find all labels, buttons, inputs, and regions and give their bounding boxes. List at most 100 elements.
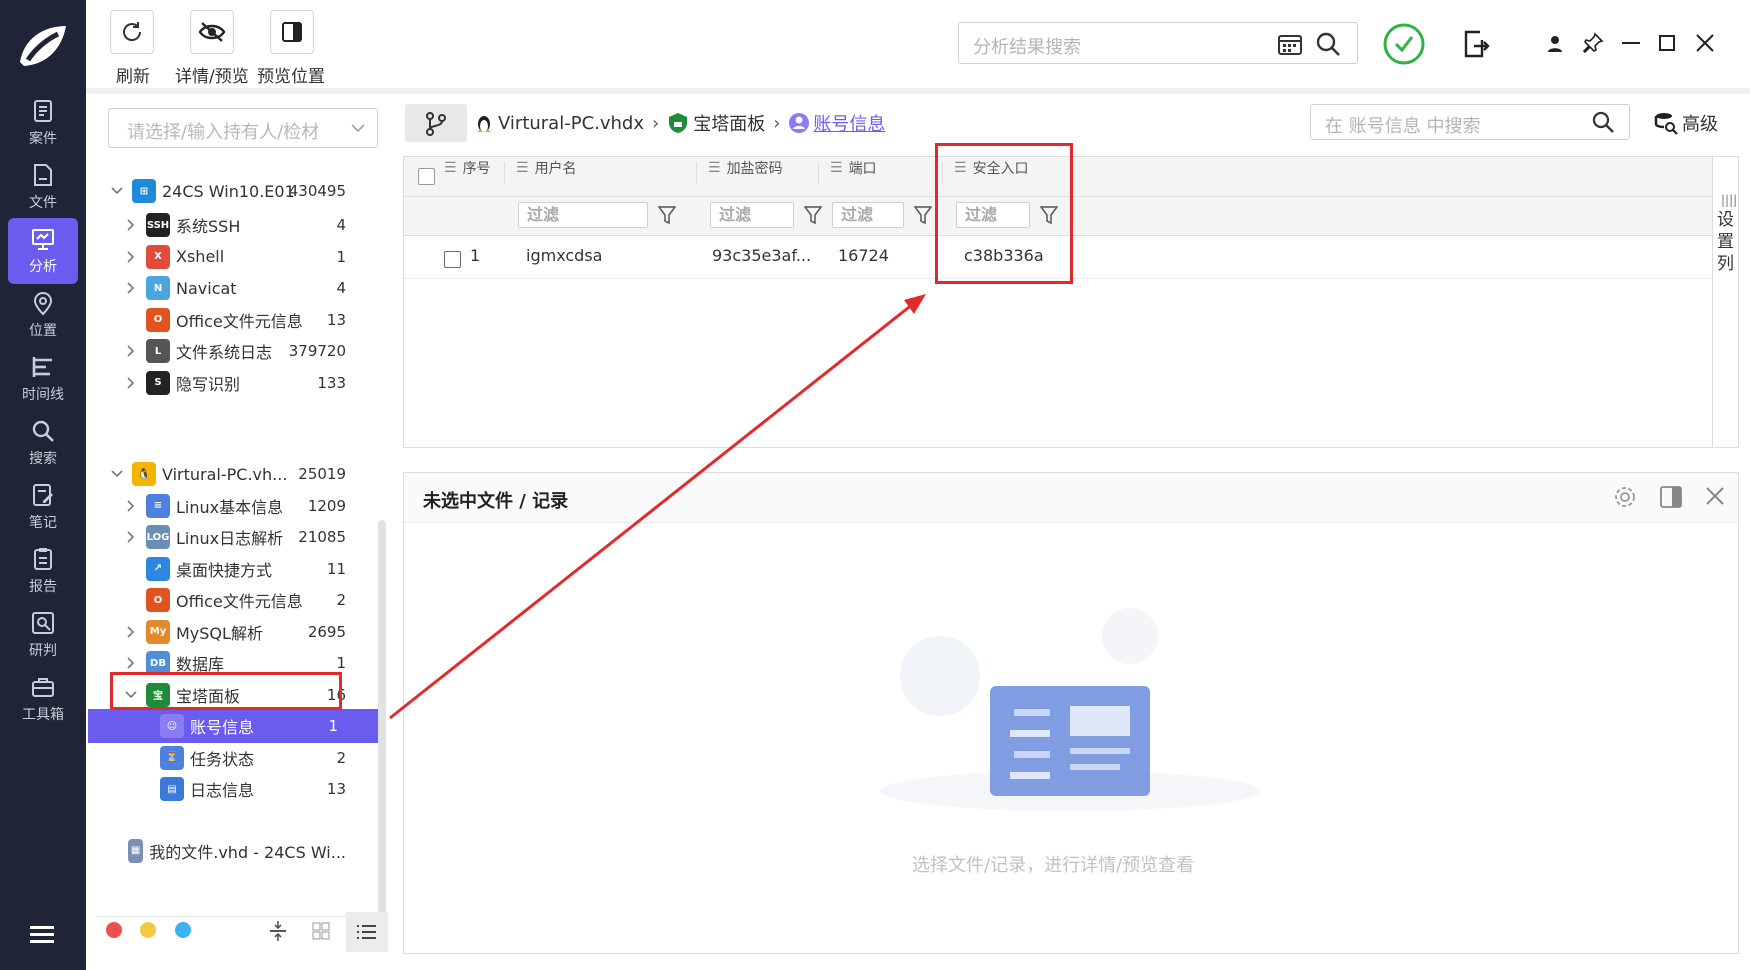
search-icon[interactable] (1315, 31, 1341, 57)
close-icon[interactable] (1696, 34, 1714, 52)
column-menu-icon[interactable]: ☰ (444, 160, 457, 176)
pin-icon[interactable] (1582, 32, 1604, 54)
cell-username[interactable]: igmxcdsa (526, 246, 602, 265)
col-port-header[interactable]: ☰ 端口 (830, 158, 877, 178)
chevron-right-icon[interactable] (124, 250, 138, 264)
col-index-header[interactable]: ☰ 序号 (444, 158, 491, 178)
table-search-input[interactable]: 在 账号信息 中搜索 (1310, 104, 1630, 140)
settings-icon[interactable] (1614, 486, 1636, 508)
tree-group-win10[interactable]: ⊞ 24CS Win10.E01 430495 (96, 174, 346, 208)
chevron-right-icon[interactable] (124, 499, 138, 513)
red-dot-filter[interactable] (106, 922, 122, 938)
report-icon (34, 548, 52, 570)
holder-select[interactable]: 请选择/输入持有人/检材 (108, 108, 378, 148)
minimize-icon[interactable] (1622, 42, 1640, 44)
panel-right-icon[interactable] (1660, 486, 1682, 508)
chevron-right-icon[interactable] (124, 218, 138, 232)
calendar-icon[interactable] (1277, 32, 1303, 56)
close-icon[interactable] (1706, 487, 1724, 505)
chevron-down-icon[interactable] (110, 184, 124, 198)
nav-item-case[interactable]: 案件 (8, 90, 78, 156)
tree-item[interactable]: ▤ 日志信息 13 (96, 772, 346, 806)
tree-item[interactable]: S 隐写识别 133 (96, 366, 346, 400)
nav-item-file[interactable]: 文件 (8, 154, 78, 220)
col-username-filter-input[interactable]: 过滤 (518, 202, 648, 228)
grid-view-icon[interactable] (312, 922, 330, 940)
breadcrumb: Virtural-PC.vhdx › 宝塔面板 › 账号信息 (474, 110, 885, 136)
tree-item[interactable]: L 文件系统日志 379720 (96, 334, 346, 368)
column-separator[interactable] (504, 162, 505, 184)
preview-position-button[interactable] (270, 10, 314, 54)
blue-dot-filter[interactable] (175, 922, 191, 938)
filter-funnel-icon[interactable] (914, 205, 932, 225)
column-separator[interactable] (696, 162, 697, 184)
tree-item[interactable]: SSH 系统SSH 4 (96, 208, 346, 242)
branch-button[interactable] (405, 104, 467, 142)
menu-icon[interactable] (30, 926, 54, 946)
maximize-icon[interactable] (1659, 35, 1675, 51)
yellow-dot-filter[interactable] (140, 922, 156, 938)
chevron-right-icon[interactable] (124, 376, 138, 390)
nav-item-analysis[interactable]: 分析 (8, 218, 78, 284)
tree-item-count: 1 (336, 247, 346, 266)
chevron-right-icon[interactable] (124, 530, 138, 544)
tree-scrollbar[interactable] (378, 520, 386, 915)
filter-funnel-icon[interactable] (804, 205, 822, 225)
breadcrumb-item-image[interactable]: Virtural-PC.vhdx (498, 113, 644, 134)
nav-item-note[interactable]: 笔记 (8, 474, 78, 540)
tree-item[interactable]: N Navicat 4 (96, 271, 346, 305)
tree-item[interactable]: ↗ 桌面快捷方式 11 (96, 552, 346, 586)
search-icon[interactable] (1591, 110, 1615, 134)
nav-item-label: 文件 (29, 195, 57, 211)
nav-item-search[interactable]: 搜索 (8, 410, 78, 476)
col-username-header[interactable]: ☰ 用户名 (516, 158, 577, 178)
column-menu-icon[interactable]: ☰ (830, 160, 843, 176)
tree-item[interactable]: O Office文件元信息 13 (96, 303, 346, 337)
tree-item[interactable]: LOG Linux日志解析 21085 (96, 520, 346, 554)
nav-item-report[interactable]: 报告 (8, 538, 78, 604)
refresh-button[interactable] (110, 10, 154, 54)
nav-item-timeline[interactable]: 时间线 (8, 346, 78, 412)
settings-column-button[interactable]: |||| 设置列 (1712, 157, 1738, 447)
advanced-search-button[interactable]: 高级 (1654, 110, 1718, 136)
cell-port[interactable]: 16724 (838, 246, 889, 265)
list-view-button[interactable] (346, 912, 388, 952)
nav-item-judge[interactable]: 研判 (8, 602, 78, 668)
tree-item-account-selected[interactable]: ☺ 账号信息 1 (88, 709, 378, 743)
col-port-filter-input[interactable]: 过滤 (832, 202, 904, 228)
chevron-right-icon[interactable] (124, 656, 138, 670)
col-password-filter-input[interactable]: 过滤 (710, 202, 794, 228)
filter-funnel-icon[interactable] (658, 205, 676, 225)
result-search-input[interactable]: 分析结果搜索 (958, 22, 1358, 64)
row-checkbox[interactable] (444, 251, 461, 268)
tree-item-label: Office文件元信息 (176, 311, 303, 331)
tree-item[interactable]: ≡ Linux基本信息 1209 (96, 489, 346, 523)
chevron-down-icon[interactable] (110, 467, 124, 481)
tree-item[interactable]: X Xshell 1 (96, 240, 346, 274)
column-separator[interactable] (818, 162, 819, 184)
chevron-right-icon[interactable] (124, 344, 138, 358)
tree-item[interactable]: My MySQL解析 2695 (96, 615, 346, 649)
cell-password[interactable]: 93c35e3af... (712, 246, 811, 265)
nav-item-toolbox[interactable]: 工具箱 (8, 666, 78, 732)
shield-check-icon[interactable] (1382, 22, 1426, 66)
tree-item[interactable]: O Office文件元信息 2 (96, 583, 346, 617)
column-menu-icon[interactable]: ☰ (708, 160, 721, 176)
tree-group-virtural-pc[interactable]: 🐧 Virtural-PC.vh... 25019 (96, 457, 346, 491)
detail-preview-button[interactable] (190, 10, 234, 54)
nav-item-location[interactable]: 位置 (8, 282, 78, 348)
tree-item[interactable]: ⏳ 任务状态 2 (96, 741, 346, 775)
collapse-icon[interactable] (268, 920, 288, 942)
export-icon[interactable] (1460, 28, 1490, 60)
tree-item-label: Virtural-PC.vh... (162, 464, 288, 484)
tree-group-my-file[interactable]: ▦ 我的文件.vhd - 24CS Wi... (96, 834, 346, 868)
column-menu-icon[interactable]: ☰ (516, 160, 529, 176)
user-icon[interactable] (1545, 34, 1565, 54)
breadcrumb-item-account[interactable]: 账号信息 (813, 110, 885, 136)
chevron-right-icon[interactable] (124, 281, 138, 295)
select-all-checkbox[interactable] (418, 168, 435, 185)
xshell-icon: X (146, 244, 170, 269)
col-password-header[interactable]: ☰ 加盐密码 (708, 158, 783, 178)
breadcrumb-item-baota[interactable]: 宝塔面板 (693, 110, 765, 136)
chevron-right-icon[interactable] (124, 625, 138, 639)
